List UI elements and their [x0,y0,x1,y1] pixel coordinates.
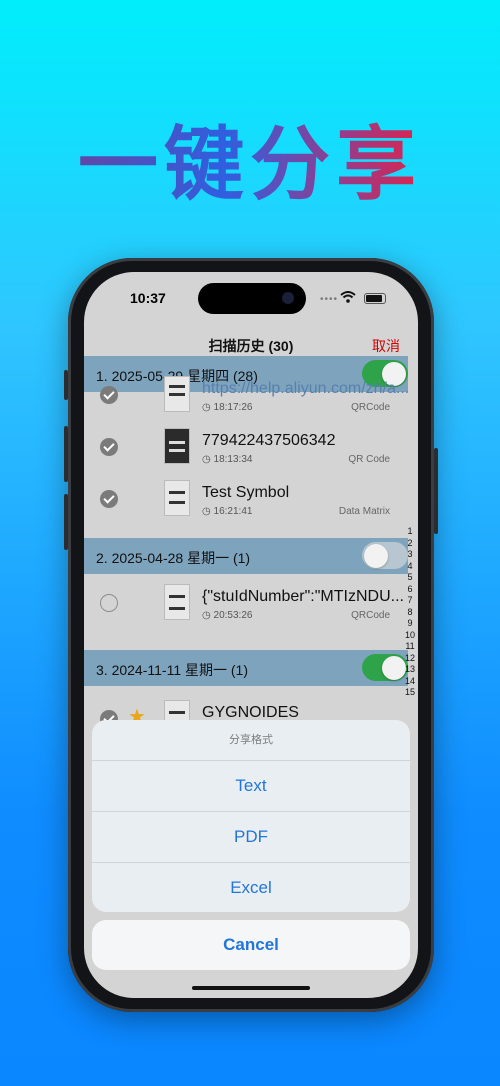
power-button [434,448,438,534]
clock-icon: ◷ [202,454,214,465]
row-type: Data Matrix [338,506,390,517]
signal-icon: •••• [320,294,339,305]
share-format-sheet: 分享格式 Text PDF Excel [92,720,410,912]
battery-icon [364,293,386,304]
row-title: https://help.aliyun.com/zh/a... [202,380,408,397]
status-time: 10:37 [130,290,166,306]
check-icon[interactable] [100,386,118,404]
row-time: ◷ 18:17:26 [202,402,253,413]
thumbnail [164,428,190,464]
index-item[interactable]: 7 [402,595,418,607]
volume-down-button [64,494,68,550]
headline: 一键分享 [0,100,500,216]
row-type: QRCode [351,402,390,413]
screen: 10:37 •••• 扫描历史 (30) 取消 1. 2025-05-29 星期… [84,272,418,998]
clock-icon: ◷ [202,610,214,621]
list-item[interactable]: https://help.aliyun.com/zh/a... ◷ 18:17:… [84,370,408,422]
clock-icon: ◷ [202,506,214,517]
section-index[interactable]: 1 2 3 4 5 6 7 8 9 10 11 12 13 14 15 [402,526,418,699]
row-time: ◷ 20:53:26 [202,610,253,621]
check-icon[interactable] [100,490,118,508]
row-time: ◷ 16:21:41 [202,506,253,517]
index-item[interactable]: 3 [402,549,418,561]
row-title: 779422437506342 [202,432,336,449]
section-header: 2. 2025-04-28 星期一 (1) [84,538,408,574]
check-icon[interactable] [100,438,118,456]
action-button [64,370,68,400]
thumbnail [164,480,190,516]
wifi-icon [340,291,356,303]
index-item[interactable]: 10 [402,630,418,642]
check-icon[interactable] [100,594,118,612]
list-item[interactable]: Test Symbol ◷ 16:21:41 Data Matrix [84,474,408,526]
index-item[interactable]: 4 [402,561,418,573]
share-excel-button[interactable]: Excel [92,863,410,912]
section-header: 3. 2024-11-11 星期一 (1) [84,650,408,686]
page-title: 扫描历史 (30) [208,338,294,354]
section-title: 2. 2025-04-28 星期一 (1) [96,550,251,566]
index-item[interactable]: 11 [402,641,418,653]
status-bar: 10:37 •••• [84,272,418,322]
list-item[interactable]: 779422437506342 ◷ 18:13:34 QR Code [84,422,408,474]
index-item[interactable]: 15 [402,687,418,699]
volume-up-button [64,426,68,482]
index-item[interactable]: 5 [402,572,418,584]
row-type: QR Code [348,454,390,465]
clock-icon: ◷ [202,402,214,413]
home-indicator [192,986,310,990]
sheet-title: 分享格式 [92,720,410,761]
row-title: Test Symbol [202,484,290,501]
index-item[interactable]: 9 [402,618,418,630]
camera-icon [282,292,294,304]
dynamic-island [198,283,306,314]
index-item[interactable]: 8 [402,607,418,619]
row-type: QRCode [351,610,390,621]
index-item[interactable]: 12 [402,653,418,665]
section-title: 3. 2024-11-11 星期一 (1) [96,662,248,678]
row-time: ◷ 18:13:34 [202,454,253,465]
index-item[interactable]: 13 [402,664,418,676]
toggle-knob [364,543,388,568]
cancel-nav-button[interactable]: 取消 [372,336,400,356]
index-item[interactable]: 14 [402,676,418,688]
share-pdf-button[interactable]: PDF [92,812,410,863]
thumbnail [164,376,190,412]
index-item[interactable]: 1 [402,526,418,538]
index-item[interactable]: 6 [402,584,418,596]
index-item[interactable]: 2 [402,538,418,550]
thumbnail [164,584,190,620]
list-item[interactable]: {"stuIdNumber":"MTIzNDU... ◷ 20:53:26 QR… [84,578,408,630]
row-title: {"stuIdNumber":"MTIzNDU... [202,588,404,605]
phone-frame: 10:37 •••• 扫描历史 (30) 取消 1. 2025-05-29 星期… [64,258,438,1012]
sheet-cancel-button[interactable]: Cancel [92,920,410,970]
share-text-button[interactable]: Text [92,761,410,812]
